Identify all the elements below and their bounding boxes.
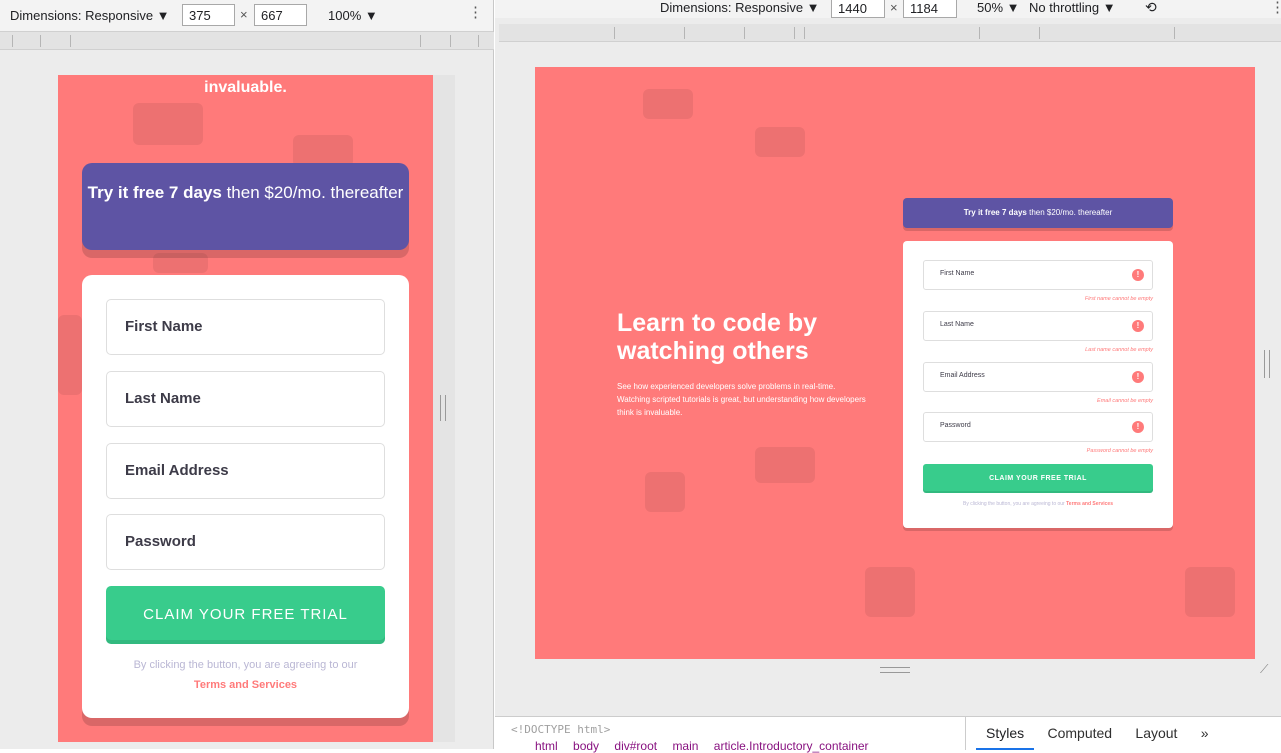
error-icon: !: [1132, 371, 1144, 383]
pattern-shape: [865, 567, 915, 617]
more-options-icon[interactable]: ⋮: [1270, 0, 1281, 15]
terms-prefix: By clicking the button, you are agreeing…: [962, 501, 1067, 507]
corner-resize-icon[interactable]: ⟋: [1260, 662, 1268, 677]
first-name-error: First name cannot be empty: [1084, 296, 1153, 302]
doctype-node[interactable]: <!DOCTYPE html>: [511, 723, 610, 736]
breadcrumb-item[interactable]: div#root: [614, 739, 657, 753]
zoom-dropdown[interactable]: 100% ▼: [328, 8, 378, 23]
promo-bold-text: Try it free 7 days: [963, 208, 1027, 217]
first-name-placeholder: First Name: [940, 270, 975, 277]
promo-rest-text: then $20/mo. thereafter: [221, 183, 404, 202]
width-input[interactable]: 1440: [831, 0, 885, 18]
last-name-error: Last name cannot be empty: [1085, 347, 1153, 353]
email-field[interactable]: Email Address: [106, 443, 385, 499]
pattern-shape: [755, 447, 815, 483]
width-input[interactable]: 375: [182, 4, 235, 26]
signup-form-card: First Name ! First name cannot be empty …: [903, 241, 1173, 528]
claim-trial-button[interactable]: CLAIM YOUR FREE TRIAL: [106, 586, 385, 644]
times-symbol: ×: [890, 0, 898, 15]
height-input[interactable]: 1184: [903, 0, 957, 18]
desktop-device-toolbar: Dimensions: Responsive ▼ 1440 × 1184 50%…: [495, 0, 1281, 18]
first-name-field[interactable]: First Name: [106, 299, 385, 355]
last-name-field[interactable]: Last Name !: [923, 311, 1153, 341]
pattern-shape: [133, 103, 203, 145]
desktop-viewport: Learn to code by watching others See how…: [535, 67, 1255, 659]
terms-link[interactable]: Terms and Services: [1066, 501, 1113, 507]
bottom-resize-handle[interactable]: [880, 667, 910, 673]
error-icon: !: [1132, 421, 1144, 433]
promo-bold-text: Try it free 7 days: [87, 183, 222, 202]
pattern-shape: [755, 127, 805, 157]
pattern-shape: [643, 89, 693, 119]
password-error: Password cannot be empty: [1086, 448, 1153, 454]
pattern-shape: [1185, 567, 1235, 617]
pattern-shape: [153, 253, 208, 273]
promo-rest-text: then $20/mo. thereafter: [1026, 208, 1113, 217]
email-field[interactable]: Email Address !: [923, 362, 1153, 392]
signup-form-card: First Name Last Name Email Address Passw…: [82, 275, 409, 718]
email-placeholder: Email Address: [940, 372, 985, 379]
tab-styles[interactable]: Styles: [976, 717, 1035, 750]
password-placeholder: Password: [940, 422, 971, 429]
throttling-dropdown[interactable]: No throttling ▼: [1029, 0, 1116, 15]
last-name-placeholder: Last Name: [940, 321, 974, 328]
breadcrumb-item[interactable]: html: [535, 739, 558, 753]
email-error: Email cannot be empty: [1097, 398, 1153, 404]
mobile-resize-handle[interactable]: [440, 395, 446, 421]
media-query-ruler[interactable]: [0, 32, 494, 50]
terms-text: By clicking the button, you are agreeing…: [118, 655, 373, 695]
times-symbol: ×: [240, 7, 248, 22]
side-resize-handle[interactable]: [1264, 350, 1270, 378]
devtools-tabs: Styles Computed Layout »: [965, 717, 1219, 750]
terms-link[interactable]: Terms and Services: [194, 679, 297, 691]
tab-layout[interactable]: Layout: [1125, 717, 1187, 748]
dimensions-dropdown[interactable]: Dimensions: Responsive ▼: [10, 8, 170, 23]
hero-subtext: See how experienced developers solve pro…: [617, 382, 866, 417]
terms-text: By clicking the button, you are agreeing…: [923, 501, 1153, 507]
promo-banner: Try it free 7 days then $20/mo. thereaft…: [82, 163, 409, 250]
mobile-device-toolbar: Dimensions: Responsive ▼ 375 × 667 100% …: [0, 0, 493, 32]
breadcrumb-item[interactable]: body: [573, 739, 599, 753]
more-options-icon[interactable]: ⋮: [468, 5, 483, 20]
breadcrumb-item[interactable]: main: [672, 739, 698, 753]
last-name-field[interactable]: Last Name: [106, 371, 385, 427]
error-icon: !: [1132, 320, 1144, 332]
mobile-preview-pane: Dimensions: Responsive ▼ 375 × 667 100% …: [0, 0, 494, 749]
pattern-shape: [645, 472, 685, 512]
first-name-field[interactable]: First Name !: [923, 260, 1153, 290]
pattern-shape: [58, 315, 82, 395]
devtools-panel: <!DOCTYPE html> html body div#root main …: [495, 716, 1281, 753]
breadcrumb-item[interactable]: article.Introductory_container: [714, 739, 869, 753]
more-tabs-icon[interactable]: »: [1191, 717, 1219, 748]
tab-computed[interactable]: Computed: [1037, 717, 1122, 748]
claim-trial-button[interactable]: CLAIM YOUR FREE TRIAL: [923, 464, 1153, 493]
mobile-viewport: invaluable. Try it free 7 days then $20/…: [58, 75, 433, 742]
rotate-icon[interactable]: ⟲: [1145, 0, 1157, 16]
desktop-preview-pane: Dimensions: Responsive ▼ 1440 × 1184 50%…: [495, 0, 1281, 753]
terms-prefix: By clicking the button, you are agreeing…: [133, 659, 358, 671]
breadcrumb: html body div#root main article.Introduc…: [535, 739, 881, 753]
media-query-ruler[interactable]: [499, 24, 1281, 42]
height-input[interactable]: 667: [254, 4, 307, 26]
zoom-dropdown[interactable]: 50% ▼: [977, 0, 1020, 15]
promo-banner: Try it free 7 days then $20/mo. thereaft…: [903, 198, 1173, 228]
password-field[interactable]: Password !: [923, 412, 1153, 442]
error-icon: !: [1132, 269, 1144, 281]
password-field[interactable]: Password: [106, 514, 385, 570]
hero-heading: Learn to code by watching others: [617, 309, 818, 365]
dimensions-dropdown[interactable]: Dimensions: Responsive ▼: [660, 0, 820, 15]
intro-text-end: invaluable.: [204, 79, 287, 96]
